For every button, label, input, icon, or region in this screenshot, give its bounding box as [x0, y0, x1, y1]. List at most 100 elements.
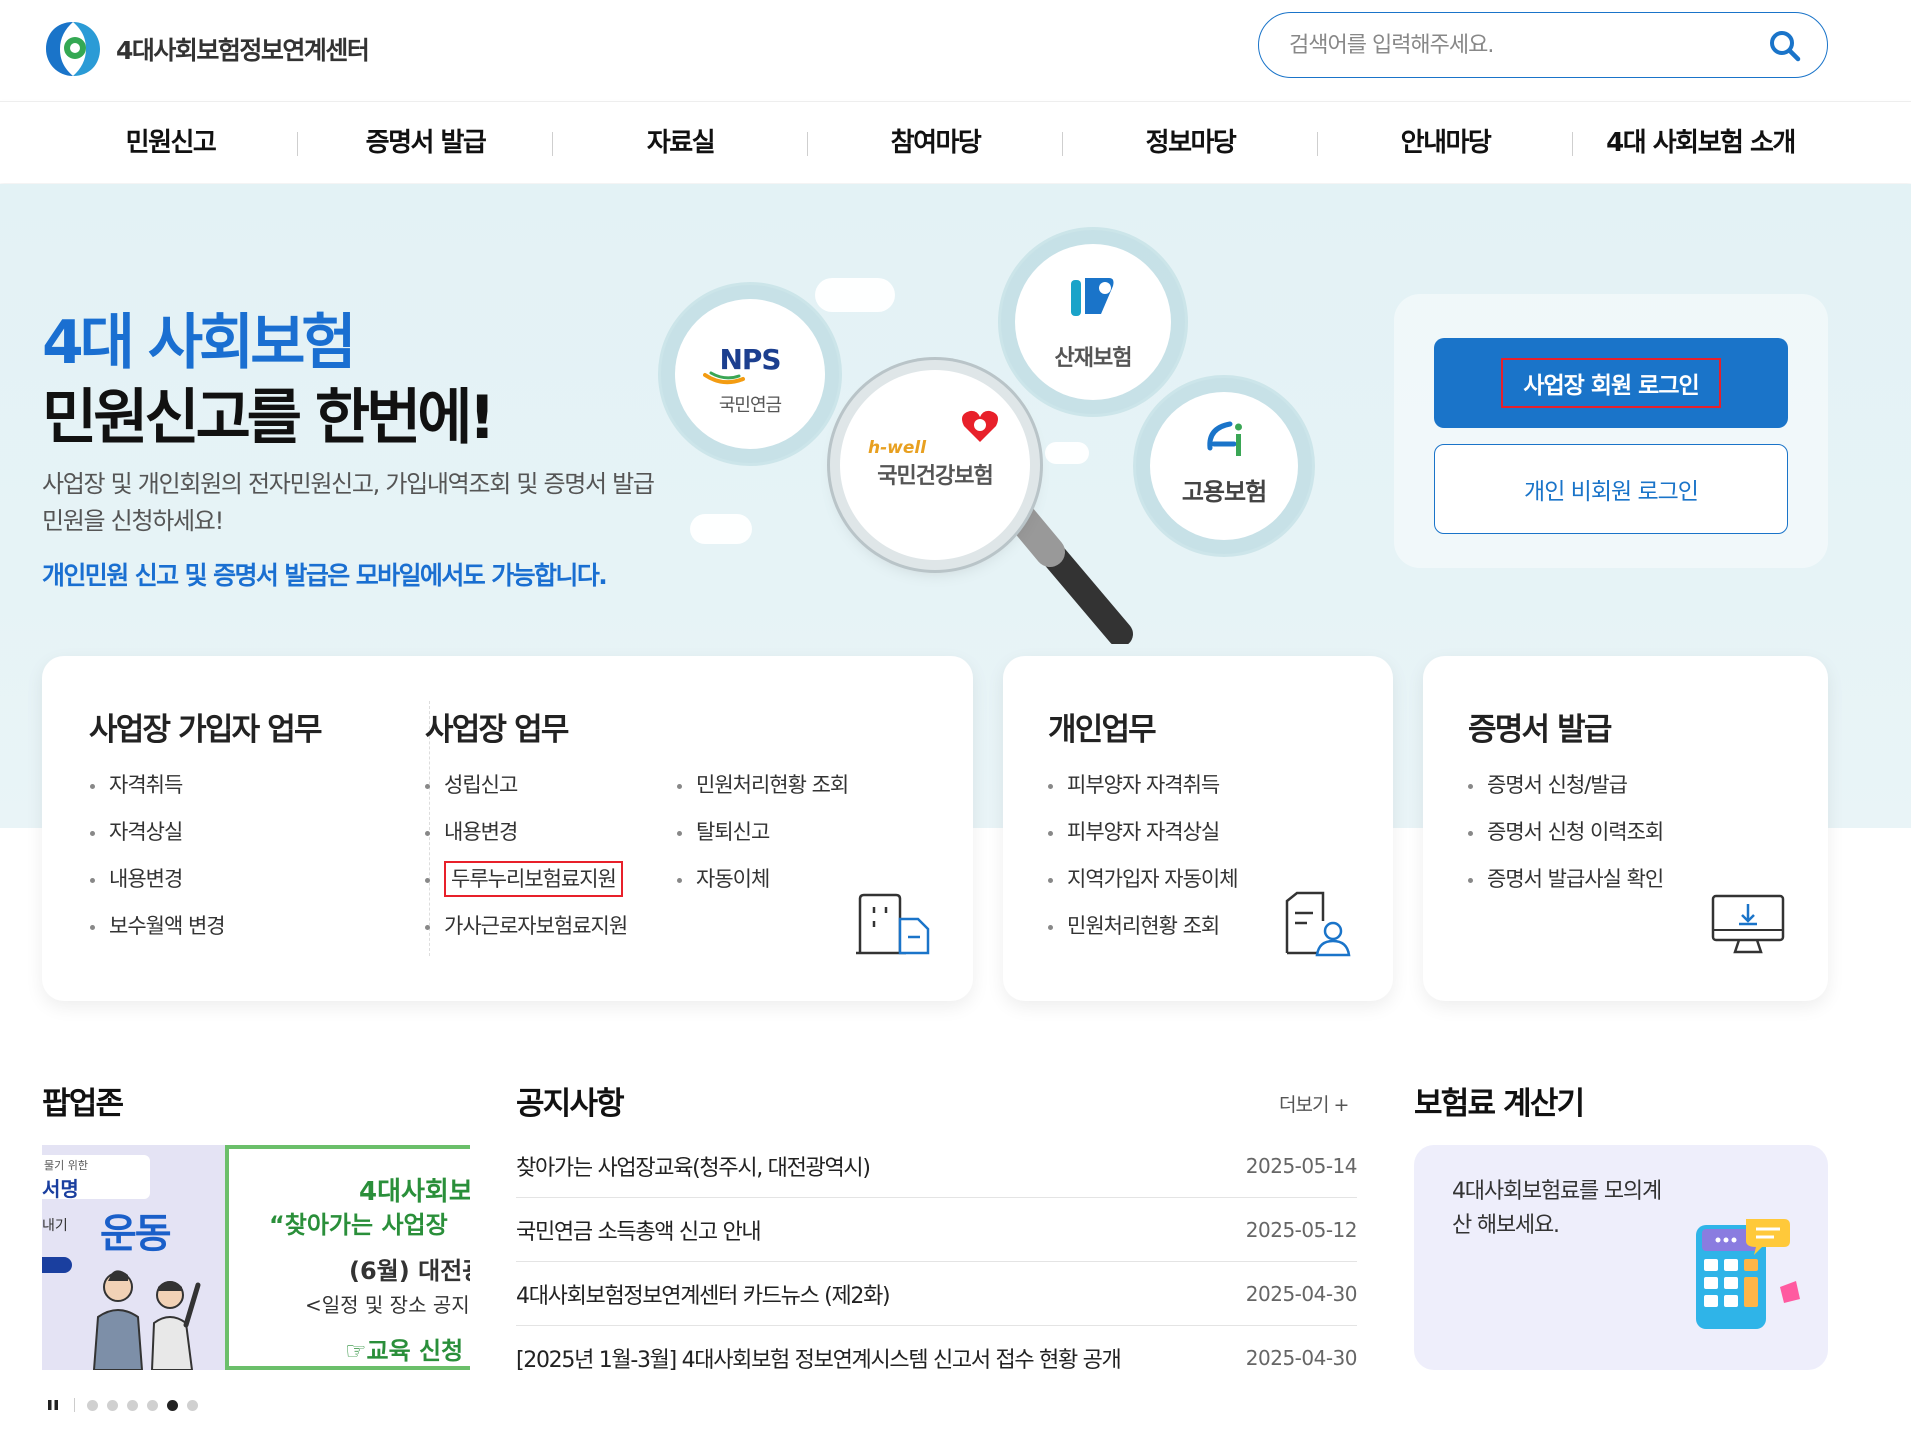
- certificate-list: 증명서 신청/발급 증명서 신청 이력조회 증명서 발급사실 확인: [1465, 762, 1664, 903]
- card-title-personal: 개인업무: [1048, 712, 1157, 748]
- pagination-dot[interactable]: [187, 1399, 198, 1411]
- popup-banner-left: 물기 위한 서명 내기 운동: [42, 1145, 225, 1370]
- list-item-workplace-change[interactable]: 내용변경: [422, 809, 627, 856]
- workplace-list-col1: 성립신고 내용변경 두루누리보험료지원 가사근로자보험료지원: [422, 762, 628, 950]
- personal-list: 피부양자 자격취득 피부양자 자격상실 지역가입자 자동이체 민원처리현황 조회: [1045, 762, 1239, 950]
- notice-row[interactable]: 4대사회보험정보연계센터 카드뉴스 (제2화) 2025-04-30: [516, 1262, 1358, 1326]
- people-illustration-icon: [92, 1270, 201, 1370]
- nav-item-certificate[interactable]: 증명서 발급: [298, 102, 553, 184]
- nps-orb: NPS 국민연금: [675, 299, 825, 449]
- building-document-icon: [856, 893, 930, 955]
- pagination-dot[interactable]: [87, 1399, 98, 1411]
- nav-item-participation[interactable]: 참여마당: [808, 102, 1063, 184]
- notice-row-title: [2025년 1월-3월] 4대사회보험 정보연계시스템 신고서 접수 현황 공…: [516, 1348, 1122, 1373]
- nhis-label: 국민건강보험: [877, 464, 993, 489]
- card-title-subscriber: 사업장 가입자 업무: [89, 712, 323, 748]
- subscriber-list: 자격취득 자격상실 내용변경 보수월액 변경: [87, 762, 226, 950]
- list-item-processing-status[interactable]: 민원처리현황 조회: [674, 762, 849, 809]
- ei-logo-icon: [1207, 421, 1242, 456]
- card-title-workplace: 사업장 업무: [425, 712, 569, 748]
- list-item-withdrawal-report[interactable]: 탈퇴신고: [674, 809, 848, 856]
- personal-services-card: 개인업무 피부양자 자격취득 피부양자 자격상실 지역가입자 자동이체 민원처리…: [1003, 656, 1393, 1001]
- heart-icon: [962, 410, 998, 442]
- popup-banner[interactable]: 물기 위한 서명 내기 운동 4대사회보 “찾아가는 사업장 (6월) 대전광 …: [42, 1145, 470, 1370]
- notice-row-date: 2025-05-14: [1245, 1153, 1358, 1178]
- cloud-decoration: [1045, 442, 1089, 464]
- list-item-salary-change[interactable]: 보수월액 변경: [87, 903, 226, 950]
- pause-icon[interactable]: [46, 1398, 60, 1412]
- notice-row-title: 4대사회보험정보연계센터 카드뉴스 (제2화): [516, 1283, 891, 1309]
- logo-mark-icon: [46, 22, 100, 76]
- nav-item-information[interactable]: 정보마당: [1063, 102, 1318, 184]
- calculator-icon: [1696, 1219, 1800, 1329]
- document-user-icon: [1285, 891, 1351, 957]
- personal-login-button[interactable]: 개인 비회원 로그인: [1434, 444, 1788, 534]
- ei-label: 고용보험: [1181, 478, 1267, 506]
- list-item-auto-transfer[interactable]: 자동이체: [674, 856, 848, 903]
- notice-row[interactable]: 국민연금 소득총액 신고 안내 2025-05-12: [516, 1198, 1358, 1262]
- calculator-title: 보험료 계산기: [1414, 1086, 1585, 1122]
- search-box: [1258, 12, 1828, 78]
- site-logo[interactable]: 4대사회보험정보연계센터: [42, 18, 370, 80]
- hero-title-line2: 민원신고를 한번에!: [42, 383, 496, 453]
- list-item-domestic-worker-support[interactable]: 가사근로자보험료지원: [422, 903, 628, 950]
- notice-row-date: 2025-04-30: [1245, 1281, 1358, 1306]
- login-panel: 사업장 회원 로그인 개인 비회원 로그인: [1394, 294, 1828, 568]
- nhis-magnifier: h-well 국민건강보험: [840, 370, 1030, 560]
- list-item-qualification-loss[interactable]: 자격상실: [87, 809, 225, 856]
- notice-row[interactable]: 찾아가는 사업장교육(청주시, 대전광역시) 2025-05-14: [516, 1134, 1358, 1198]
- comwel-orb: 산재보험: [1015, 244, 1171, 400]
- popup-pagination: [46, 1398, 207, 1412]
- pagination-dot-active[interactable]: [167, 1399, 178, 1411]
- calculator-text: 4대사회보험료를 모의계산 해보세요.: [1452, 1179, 1662, 1238]
- list-item-personal-processing-status[interactable]: 민원처리현황 조회: [1045, 903, 1238, 950]
- list-item-content-change[interactable]: 내용변경: [87, 856, 225, 903]
- list-item-establishment-report[interactable]: 성립신고: [422, 762, 627, 809]
- hero-mobile-notice: 개인민원 신고 및 증명서 발급은 모바일에서도 가능합니다.: [42, 561, 608, 590]
- search-icon[interactable]: [1767, 28, 1803, 64]
- business-login-button[interactable]: 사업장 회원 로그인: [1434, 338, 1788, 428]
- list-item-certificate-history[interactable]: 증명서 신청 이력조회: [1465, 809, 1664, 856]
- business-services-card: 사업장 가입자 업무 자격취득 자격상실 내용변경 보수월액 변경 사업장 업무…: [42, 656, 973, 1001]
- main-nav: 민원신고 증명서 발급 자료실 참여마당 정보마당 안내마당 4대 사회보험 소…: [0, 101, 1911, 183]
- calculator-card[interactable]: 4대사회보험료를 모의계산 해보세요.: [1414, 1145, 1828, 1370]
- list-item-certificate-issue[interactable]: 증명서 신청/발급: [1465, 762, 1663, 809]
- ei-orb: 고용보험: [1150, 392, 1298, 540]
- pagination-dot[interactable]: [107, 1399, 118, 1411]
- nav-item-archive[interactable]: 자료실: [553, 102, 808, 184]
- notice-title: 공지사항: [516, 1086, 625, 1122]
- pagination-dot[interactable]: [147, 1399, 158, 1411]
- certificate-card: 증명서 발급 증명서 신청/발급 증명서 신청 이력조회 증명서 발급사실 확인: [1423, 656, 1828, 1001]
- notice-row-date: 2025-04-30: [1245, 1346, 1358, 1370]
- notice-row[interactable]: [2025년 1월-3월] 4대사회보험 정보연계시스템 신고서 접수 현황 공…: [516, 1326, 1358, 1390]
- nav-item-civil-report[interactable]: 민원신고: [43, 102, 298, 184]
- site-header: 4대사회보험정보연계센터: [0, 0, 1911, 101]
- nav-item-guide[interactable]: 안내마당: [1318, 102, 1573, 184]
- list-item-dependent-acquire[interactable]: 피부양자 자격취득: [1045, 762, 1238, 809]
- cloud-decoration: [815, 278, 895, 312]
- notice-row-title: 국민연금 소득총액 신고 안내: [516, 1219, 762, 1245]
- list-item-certificate-verify[interactable]: 증명서 발급사실 확인: [1465, 856, 1664, 903]
- comwel-logo-icon: [1071, 278, 1114, 316]
- nav-item-about[interactable]: 4대 사회보험 소개: [1573, 102, 1828, 184]
- list-item-durunuri-support[interactable]: 두루누리보험료지원: [422, 856, 627, 903]
- nps-label: 국민연금: [718, 395, 782, 416]
- list-item-regional-auto-transfer[interactable]: 지역가입자 자동이체: [1045, 856, 1239, 903]
- popup-zone-title: 팝업존: [42, 1086, 124, 1122]
- notice-list: 찾아가는 사업장교육(청주시, 대전광역시) 2025-05-14 국민연금 소…: [516, 1134, 1358, 1390]
- card-title-certificate: 증명서 발급: [1468, 712, 1612, 748]
- popup-banner-right: 4대사회보 “찾아가는 사업장 (6월) 대전광 <일정 및 장소 공지 ☞교육…: [225, 1145, 470, 1370]
- workplace-list-col2: 민원처리현황 조회 탈퇴신고 자동이체: [674, 762, 849, 903]
- logo-text: 4대사회보험정보연계센터: [116, 36, 370, 65]
- list-item-qualification-acquire[interactable]: 자격취득: [87, 762, 225, 809]
- search-input[interactable]: [1289, 32, 1759, 58]
- monitor-download-icon: [1711, 894, 1785, 954]
- pagination-dot[interactable]: [127, 1399, 138, 1411]
- business-login-label: 사업장 회원 로그인: [1501, 358, 1721, 408]
- notice-row-title: 찾아가는 사업장교육(청주시, 대전광역시): [516, 1155, 871, 1181]
- notice-more-link[interactable]: 더보기 +: [1279, 1090, 1349, 1117]
- hero-title-line1: 4대 사회보험: [42, 308, 357, 378]
- list-item-dependent-loss[interactable]: 피부양자 자격상실: [1045, 809, 1238, 856]
- popup-tag: 물기 위한 서명: [42, 1155, 150, 1201]
- nhis-brand: h-well: [868, 438, 927, 458]
